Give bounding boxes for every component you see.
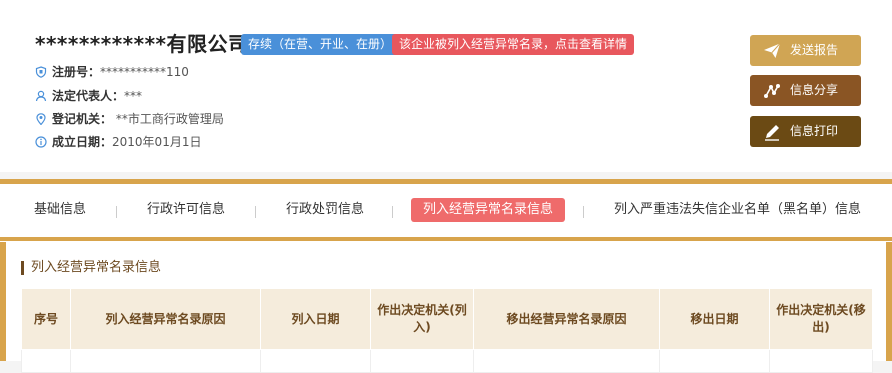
tab-basic-info[interactable]: 基础信息 (34, 198, 86, 222)
table-header-row: 序号 列入经营异常名录原因 列入日期 作出决定机关(列入) 移出经营异常名录原因… (21, 288, 873, 350)
company-name: ************有限公司 (35, 32, 249, 56)
company-card: ************有限公司 存续（在营、开业、在册） 该企业被列入经营异常… (0, 0, 892, 172)
tab-admin-penalty[interactable]: 行政处罚信息 (286, 198, 364, 222)
tab-bar: 基础信息 行政许可信息 行政处罚信息 列入经营异常名录信息 列入严重违法失信企业… (0, 184, 892, 242)
info-icon (35, 136, 47, 148)
establishment-date-value: 2010年01月1日 (112, 135, 202, 149)
table-cell (769, 349, 873, 373)
column-header: 序号 (21, 288, 71, 350)
send-icon (764, 43, 781, 58)
registration-number-value: ***********110 (100, 65, 189, 79)
table-cell (370, 349, 474, 373)
establishment-date-row: 成立日期：2010年01月1日 (35, 134, 201, 150)
abnormal-warning-link[interactable]: 该企业被列入经营异常名录，点击查看详情 (392, 34, 635, 55)
tab-divider (392, 206, 393, 218)
content-panel: 列入经营异常名录信息 序号 列入经营异常名录原因 列入日期 作出决定机关(列入)… (6, 241, 886, 373)
abnormal-list-table: 序号 列入经营异常名录原因 列入日期 作出决定机关(列入) 移出经营异常名录原因… (21, 288, 873, 373)
section-title: 列入经营异常名录信息 (21, 261, 161, 275)
column-header: 作出决定机关(移出) (769, 288, 873, 350)
registration-authority-label: 登记机关： (52, 112, 113, 126)
table-row (21, 349, 873, 373)
legal-representative-label: 法定代表人： (52, 89, 125, 103)
tab-blacklist[interactable]: 列入严重违法失信企业名单（黑名单）信息 (614, 198, 861, 222)
legal-representative-value: *** (124, 89, 143, 103)
table-cell (21, 349, 71, 373)
send-report-button[interactable]: 发送报告 (750, 35, 861, 66)
share-info-button[interactable]: 信息分享 (750, 75, 861, 106)
column-header: 移出日期 (659, 288, 770, 350)
registration-authority-row: 登记机关： **市工商行政管理局 (35, 111, 224, 127)
tab-divider (255, 206, 256, 218)
print-info-button[interactable]: 信息打印 (750, 116, 861, 147)
registration-number-label: 注册号： (52, 65, 101, 79)
column-header: 列入日期 (260, 288, 371, 350)
print-info-label: 信息打印 (790, 124, 839, 138)
table-cell (70, 349, 261, 373)
shield-icon (35, 66, 47, 78)
print-icon (765, 125, 779, 141)
section-gap (0, 172, 892, 179)
column-header: 列入经营异常名录原因 (70, 288, 261, 350)
tab-admin-license[interactable]: 行政许可信息 (147, 198, 225, 222)
registration-authority-value: **市工商行政管理局 (115, 112, 224, 126)
registration-number-row: 注册号：***********110 (35, 64, 189, 80)
tab-divider (583, 206, 584, 218)
column-header: 移出经营异常名录原因 (473, 288, 660, 350)
status-badge: 存续（在营、开业、在册） (241, 34, 400, 55)
column-header: 作出决定机关(列入) (370, 288, 474, 350)
legal-representative-row: 法定代表人：*** (35, 88, 142, 104)
person-icon (35, 90, 47, 102)
table-cell (473, 349, 660, 373)
tab-abnormal-list[interactable]: 列入经营异常名录信息 (411, 198, 566, 222)
share-icon (764, 84, 780, 98)
send-report-label: 发送报告 (790, 43, 839, 57)
table-cell (659, 349, 770, 373)
tab-divider (116, 206, 117, 218)
establishment-date-label: 成立日期： (52, 135, 113, 149)
share-info-label: 信息分享 (790, 83, 839, 97)
location-icon (36, 113, 46, 125)
table-cell (260, 349, 371, 373)
